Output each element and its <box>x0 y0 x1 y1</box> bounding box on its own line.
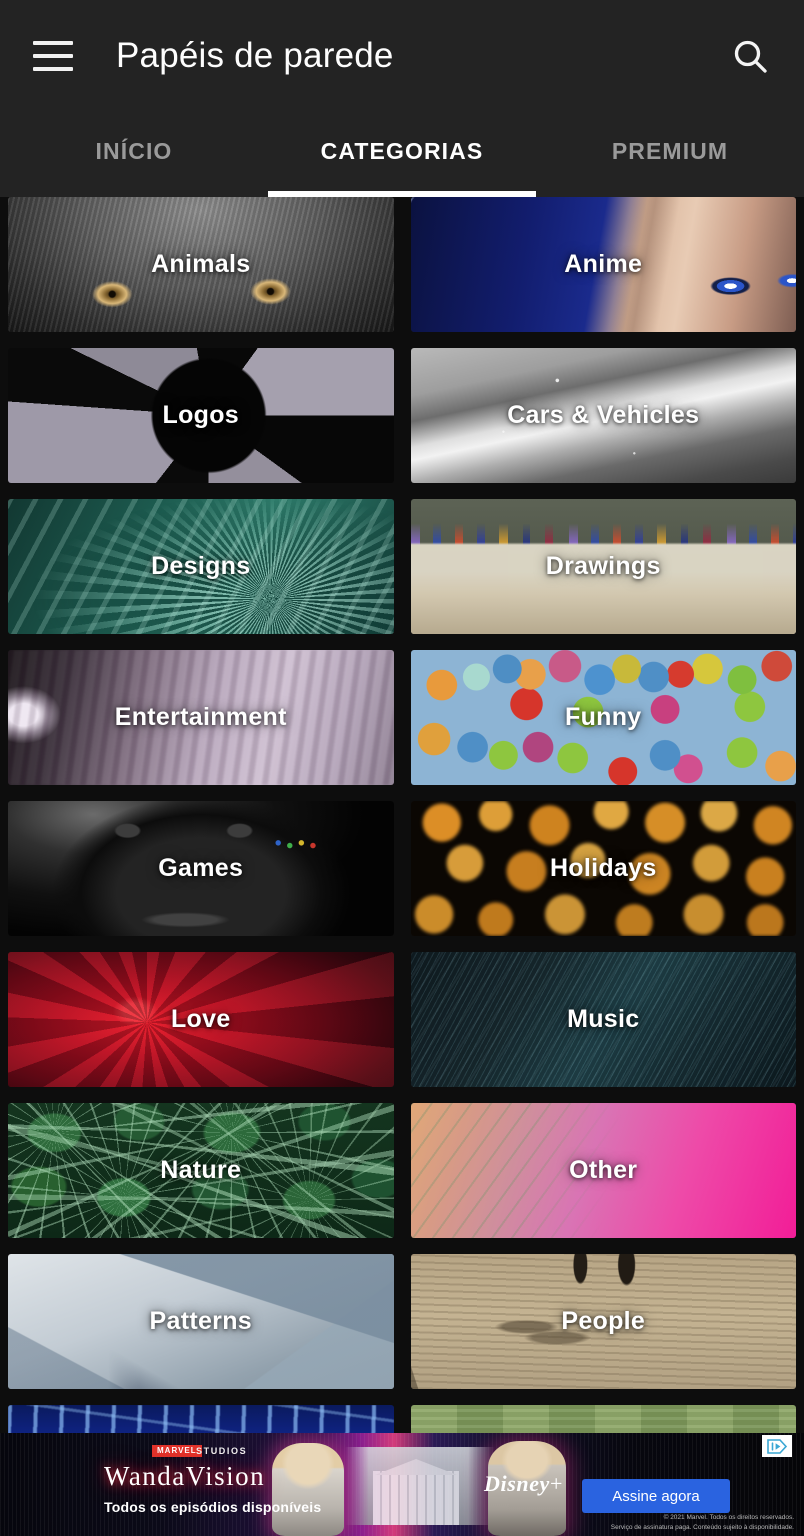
category-tile-cars-vehicles[interactable]: Cars & Vehicles <box>410 348 796 483</box>
category-tile-love[interactable]: Love <box>8 952 394 1087</box>
category-tile-holidays[interactable]: Holidays <box>410 801 796 936</box>
category-label: Entertainment <box>114 703 287 731</box>
category-label: People <box>561 1307 646 1335</box>
category-tile-logos[interactable]: Logos <box>8 348 394 483</box>
adchoices-icon[interactable] <box>762 1435 792 1457</box>
ad-legal-line-1: © 2021 Marvel. Todos os direitos reserva… <box>663 1514 794 1522</box>
ad-subtitle: Todos os episódios disponíveis <box>104 1499 322 1515</box>
category-tile-games[interactable]: Games <box>8 801 394 936</box>
category-tile-other[interactable]: Other <box>410 1103 796 1238</box>
category-tile-designs[interactable]: Designs <box>8 499 394 634</box>
category-tile-patterns[interactable]: Patterns <box>8 1254 394 1389</box>
category-label: Anime <box>564 250 643 278</box>
category-tile-partial-right[interactable] <box>410 1405 796 1433</box>
category-label: Designs <box>151 552 251 580</box>
search-icon[interactable] <box>722 28 778 84</box>
category-thumbnail-partial-right <box>410 1405 796 1433</box>
ad-house-image <box>345 1447 495 1525</box>
category-label: Music <box>567 1005 640 1033</box>
page-title: Papéis de parede <box>116 36 394 75</box>
ad-studios-label: STUDIOS <box>196 1446 248 1456</box>
category-tile-anime[interactable]: Anime <box>410 197 796 332</box>
disney-plus-symbol: + <box>549 1471 563 1496</box>
category-tile-partial-left[interactable] <box>8 1405 394 1433</box>
category-label: Holidays <box>549 854 657 882</box>
ad-legal-text: © 2021 Marvel. Todos os direitos reserva… <box>611 1513 794 1532</box>
category-label: Logos <box>162 401 239 429</box>
hamburger-line <box>33 54 73 58</box>
category-tile-music[interactable]: Music <box>410 952 796 1087</box>
category-grid: Animals Anime Logos Cars & Vehicles Desi… <box>0 197 804 1433</box>
category-thumbnail-partial-left <box>8 1405 394 1433</box>
category-label: Nature <box>160 1156 242 1184</box>
category-label: Patterns <box>149 1307 252 1335</box>
category-label: Cars & Vehicles <box>507 401 700 429</box>
category-label: Drawings <box>545 552 661 580</box>
app-bar: Papéis de parede <box>0 0 804 112</box>
wallpaper-app-screen: Papéis de parede INÍCIO CATEGORIAS PREMI… <box>0 0 804 1536</box>
tab-categorias[interactable]: CATEGORIAS <box>268 112 536 197</box>
ad-character-wanda <box>272 1443 344 1536</box>
advertisement-banner[interactable]: MARVEL STUDIOS WandaVision Todos os epis… <box>0 1433 804 1536</box>
hamburger-line <box>33 41 73 45</box>
tab-premium[interactable]: PREMIUM <box>536 112 804 197</box>
category-tile-nature[interactable]: Nature <box>8 1103 394 1238</box>
category-tile-entertainment[interactable]: Entertainment <box>8 650 394 785</box>
category-tile-drawings[interactable]: Drawings <box>410 499 796 634</box>
ad-legal-line-2: Serviço de assinatura paga. Conteúdo suj… <box>610 1523 794 1531</box>
category-label: Other <box>569 1156 638 1184</box>
subscribe-button[interactable]: Assine agora <box>582 1479 730 1513</box>
category-tile-funny[interactable]: Funny <box>410 650 796 785</box>
category-tile-animals[interactable]: Animals <box>8 197 394 332</box>
category-tile-people[interactable]: People <box>410 1254 796 1389</box>
category-label: Funny <box>565 703 642 731</box>
ad-title: WandaVision <box>104 1461 266 1491</box>
category-label: Animals <box>151 250 251 278</box>
hamburger-menu-icon[interactable] <box>26 29 80 83</box>
disney-wordmark: Disney <box>484 1471 550 1496</box>
hamburger-line <box>33 67 73 71</box>
tab-inicio[interactable]: INÍCIO <box>0 112 268 197</box>
marvel-logo: MARVEL <box>152 1445 202 1457</box>
category-label: Games <box>158 854 244 882</box>
category-label: Love <box>170 1005 231 1033</box>
tab-bar: INÍCIO CATEGORIAS PREMIUM <box>0 112 804 197</box>
disney-plus-logo: Disney+ <box>484 1471 563 1497</box>
